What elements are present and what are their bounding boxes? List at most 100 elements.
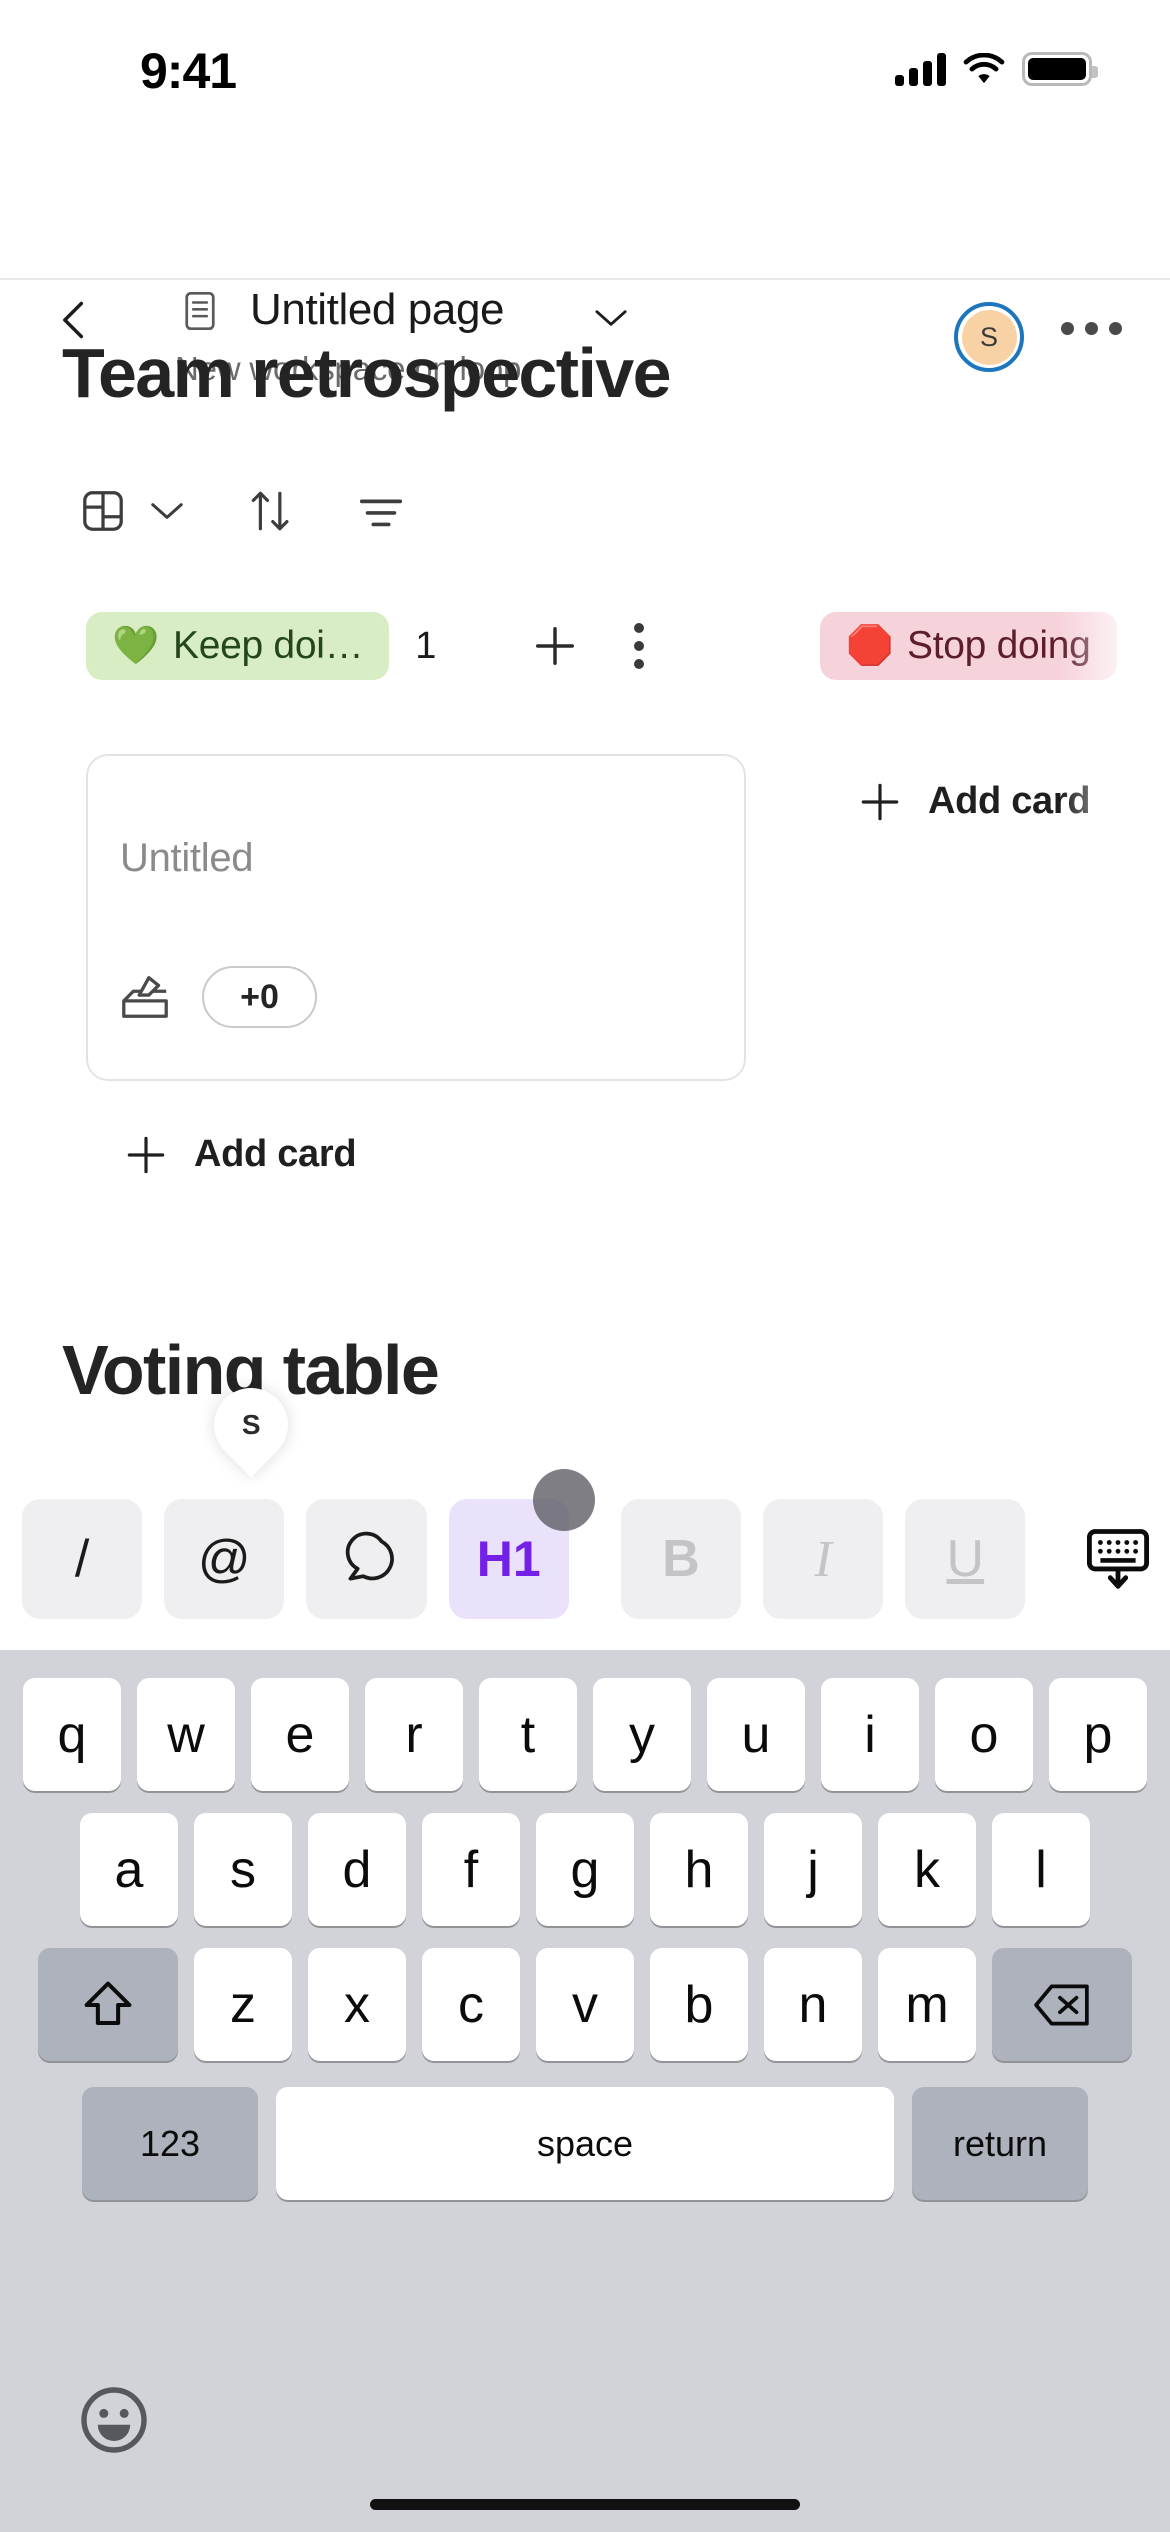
keyboard-row-4: 123 space return bbox=[0, 2061, 1170, 2200]
green-heart-icon: 💚 bbox=[112, 625, 160, 667]
format-toolbar: / @ H1 B I U bbox=[0, 1469, 1170, 1625]
page-title-header[interactable]: Untitled page bbox=[250, 285, 505, 335]
key-v[interactable]: v bbox=[536, 1948, 634, 2061]
board-card[interactable]: Untitled +0 bbox=[86, 754, 746, 1081]
column-label-pill[interactable]: 💚 Keep doi… bbox=[86, 612, 390, 680]
keyboard-dismiss-icon bbox=[1086, 1529, 1149, 1589]
backspace-key[interactable] bbox=[992, 1948, 1132, 2061]
view-toolbar bbox=[80, 486, 406, 536]
keyboard-row-2: asdfghjkl bbox=[0, 1791, 1170, 1926]
stop-sign-icon: 🛑 bbox=[846, 625, 894, 667]
key-q[interactable]: q bbox=[23, 1678, 121, 1791]
key-d[interactable]: d bbox=[308, 1813, 406, 1926]
plus-icon bbox=[861, 783, 899, 820]
key-m[interactable]: m bbox=[878, 1948, 976, 2061]
filter-icon[interactable] bbox=[356, 491, 406, 531]
key-u[interactable]: u bbox=[707, 1678, 805, 1791]
heading1-button[interactable]: H1 bbox=[448, 1469, 595, 1619]
shift-key[interactable] bbox=[38, 1948, 178, 2061]
slash-command-button[interactable]: / bbox=[22, 1499, 143, 1619]
app-header: Untitled page New workspace on loop S bbox=[0, 130, 1170, 387]
add-card-label: Add card bbox=[928, 780, 1091, 822]
column-label: Stop doing bbox=[907, 624, 1091, 667]
key-n[interactable]: n bbox=[764, 1948, 862, 2061]
presence-initial: S bbox=[241, 1409, 261, 1440]
key-y[interactable]: y bbox=[593, 1678, 691, 1791]
chevron-down-icon[interactable] bbox=[148, 499, 186, 523]
status-bar-indicators bbox=[895, 52, 1098, 86]
key-s[interactable]: s bbox=[194, 1813, 292, 1926]
key-t[interactable]: t bbox=[479, 1678, 577, 1791]
key-r[interactable]: r bbox=[365, 1678, 463, 1791]
add-card-label: Add card bbox=[194, 1133, 357, 1175]
column-header: 🛑 Stop doing bbox=[820, 610, 1170, 682]
key-k[interactable]: k bbox=[878, 1813, 976, 1926]
board-column-keep-doing: 💚 Keep doi… 1 Untitled +0 Add card bbox=[86, 610, 746, 1175]
board-view-icon[interactable] bbox=[80, 488, 126, 534]
keyboard-row-1: qwertyuiop bbox=[0, 1650, 1170, 1791]
column-more-options-icon[interactable] bbox=[634, 623, 645, 669]
bold-label: B bbox=[662, 1530, 700, 1588]
page-title[interactable]: Team retrospective bbox=[62, 333, 672, 413]
key-a[interactable]: a bbox=[80, 1813, 178, 1926]
wifi-icon bbox=[963, 52, 1005, 83]
board-right-fade bbox=[1060, 610, 1170, 1170]
key-g[interactable]: g bbox=[536, 1813, 634, 1926]
key-b[interactable]: b bbox=[650, 1948, 748, 2061]
vote-count-pill[interactable]: +0 bbox=[202, 966, 317, 1028]
space-key[interactable]: space bbox=[276, 2087, 894, 2200]
sort-icon[interactable] bbox=[248, 486, 294, 536]
avatar-initial: S bbox=[961, 309, 1017, 365]
ballot-box-icon[interactable] bbox=[118, 973, 172, 1021]
dismiss-keyboard-button[interactable] bbox=[1065, 1499, 1170, 1619]
italic-label: I bbox=[814, 1530, 832, 1588]
key-o[interactable]: o bbox=[935, 1678, 1033, 1791]
underline-label: U bbox=[946, 1530, 985, 1588]
board-column-stop-doing: 🛑 Stop doing Add card bbox=[820, 610, 1170, 822]
key-f[interactable]: f bbox=[422, 1813, 520, 1926]
add-card-plus-icon[interactable] bbox=[532, 623, 578, 669]
card-title[interactable]: Untitled bbox=[120, 836, 254, 881]
key-p[interactable]: p bbox=[1049, 1678, 1147, 1791]
chevron-down-icon[interactable] bbox=[592, 307, 630, 329]
backspace-icon bbox=[1034, 1983, 1089, 2026]
add-card-button[interactable]: Add card bbox=[126, 1133, 357, 1176]
bold-button[interactable]: B bbox=[620, 1499, 742, 1619]
keyboard-row-3: zxcvbnm bbox=[0, 1926, 1170, 2061]
keyboard-bottom-bar bbox=[0, 2356, 1170, 2532]
status-bar: 9:41 bbox=[0, 0, 1170, 130]
key-l[interactable]: l bbox=[992, 1813, 1090, 1926]
software-keyboard: qwertyuiop asdfghjkl zxcvbnm 123 space r… bbox=[0, 1650, 1170, 2532]
italic-button[interactable]: I bbox=[763, 1499, 884, 1619]
key-x[interactable]: x bbox=[308, 1948, 406, 2061]
key-z[interactable]: z bbox=[194, 1948, 292, 2061]
home-indicator bbox=[370, 2499, 800, 2510]
numbers-key[interactable]: 123 bbox=[82, 2087, 258, 2200]
key-e[interactable]: e bbox=[251, 1678, 349, 1791]
key-i[interactable]: i bbox=[821, 1678, 919, 1791]
key-j[interactable]: j bbox=[764, 1813, 862, 1926]
document-icon bbox=[185, 291, 215, 331]
key-c[interactable]: c bbox=[422, 1948, 520, 2061]
underline-button[interactable]: U bbox=[905, 1499, 1026, 1619]
touch-indicator bbox=[532, 1469, 595, 1531]
avatar[interactable]: S bbox=[954, 302, 1024, 372]
column-label: Keep doi… bbox=[173, 624, 364, 667]
mention-button[interactable]: @ bbox=[164, 1499, 285, 1619]
comment-button[interactable] bbox=[306, 1499, 427, 1619]
plus-icon bbox=[127, 1136, 165, 1173]
column-label-pill[interactable]: 🛑 Stop doing bbox=[820, 612, 1117, 680]
emoji-icon[interactable] bbox=[78, 2384, 150, 2456]
key-h[interactable]: h bbox=[650, 1813, 748, 1926]
shift-icon bbox=[84, 1981, 132, 2025]
more-options-icon[interactable] bbox=[1061, 322, 1122, 335]
return-key[interactable]: return bbox=[912, 2087, 1088, 2200]
cellular-signal-icon bbox=[895, 52, 946, 86]
comment-icon bbox=[345, 1531, 394, 1581]
add-card-button[interactable]: Add card bbox=[860, 780, 1091, 823]
column-count: 1 bbox=[415, 624, 437, 667]
column-header: 💚 Keep doi… 1 bbox=[86, 610, 746, 682]
status-bar-time: 9:41 bbox=[140, 43, 237, 99]
battery-icon bbox=[1022, 52, 1098, 86]
key-w[interactable]: w bbox=[137, 1678, 235, 1791]
